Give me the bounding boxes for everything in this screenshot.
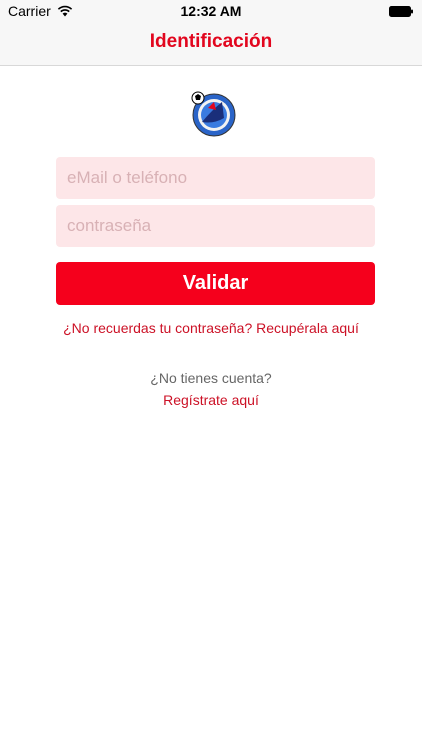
forgot-password-link[interactable]: ¿No recuerdas tu contraseña? Recupérala … — [0, 320, 422, 336]
battery-icon — [389, 6, 413, 17]
password-field[interactable] — [56, 205, 375, 247]
no-account-label: ¿No tienes cuenta? — [150, 370, 272, 386]
validate-button[interactable]: Validar — [56, 262, 375, 305]
club-logo — [191, 91, 236, 137]
nav-bar: Identificación — [0, 22, 422, 66]
status-bar: Carrier 12:32 AM — [0, 0, 422, 22]
status-time: 12:32 AM — [180, 3, 242, 19]
page-title: Identificación — [149, 31, 273, 52]
register-link[interactable]: Regístrate aquí — [0, 392, 422, 408]
login-screen: Carrier 12:32 AM Identificación Validar … — [0, 0, 422, 750]
email-field[interactable] — [56, 157, 375, 199]
